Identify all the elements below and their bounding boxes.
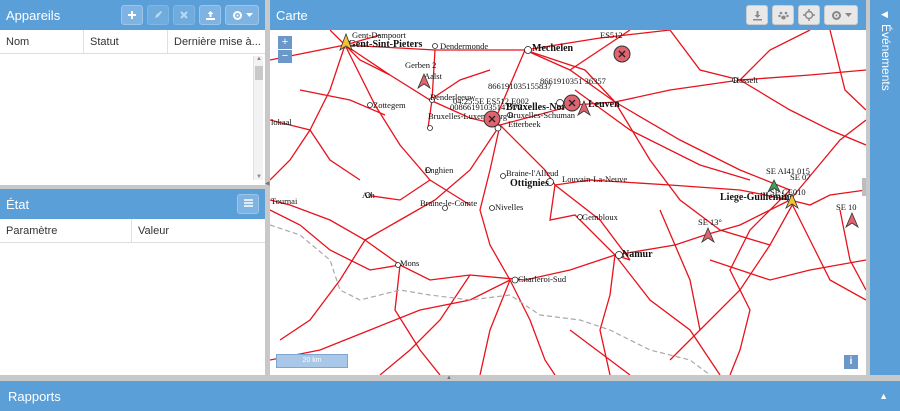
- crosshair-button[interactable]: [798, 5, 820, 25]
- paw-icon: [777, 11, 789, 19]
- state-panel-title: État: [6, 196, 30, 212]
- reports-panel[interactable]: Rapports ▲: [0, 381, 900, 411]
- city-label: Mechelen: [532, 43, 574, 54]
- city-label: Ath: [362, 190, 376, 200]
- gear-icon: [232, 10, 242, 20]
- city-label: Dendermonde: [440, 41, 488, 51]
- remove-device-button[interactable]: [173, 5, 195, 25]
- city-label: Charleroi-Sud: [518, 274, 567, 284]
- reports-panel-title: Rapports: [8, 388, 61, 404]
- device-marker-icon: [483, 110, 501, 128]
- city-label: Enghien: [425, 165, 454, 175]
- devices-scrollbar[interactable]: ▲ ▼: [253, 56, 263, 180]
- city-label: Nivelles: [495, 202, 523, 212]
- device-label: SE 07: [790, 172, 811, 182]
- pencil-icon: [155, 11, 162, 18]
- city-label: Braine-l'Alleud: [506, 168, 559, 178]
- upload-button[interactable]: [199, 5, 221, 25]
- horizontal-splitter-left[interactable]: [0, 185, 265, 189]
- upload-icon: [205, 10, 215, 20]
- caret-down-icon: [844, 12, 852, 17]
- devices-panel-header: Appareils: [0, 0, 265, 30]
- device-label: SE 13°: [698, 217, 722, 227]
- city-label: Gembloux: [582, 212, 619, 222]
- plus-icon: [128, 11, 136, 19]
- list-icon: [243, 199, 253, 207]
- city-label: Leuven: [588, 99, 620, 110]
- map-settings-dropdown-button[interactable]: [824, 5, 858, 25]
- events-panel-title: Événements: [879, 24, 893, 91]
- settings-dropdown-button[interactable]: [225, 5, 259, 25]
- border-line: [270, 224, 711, 375]
- crosshair-icon: [803, 9, 815, 21]
- gear-icon: [831, 10, 841, 20]
- edit-device-button[interactable]: [147, 5, 169, 25]
- add-device-button[interactable]: [121, 5, 143, 25]
- paw-button[interactable]: [772, 5, 794, 25]
- map-canvas[interactable]: Gent-Dampoort Gent-Sint-Pieters Dendermo…: [270, 30, 866, 375]
- device-marker-icon: [563, 94, 581, 112]
- column-name[interactable]: Nom: [0, 30, 84, 53]
- city-label: lokaal: [271, 117, 292, 127]
- column-last-update[interactable]: Dernière mise à...: [168, 30, 265, 53]
- city-label: Gerben 2: [405, 60, 436, 70]
- map-info-button[interactable]: i: [844, 355, 858, 369]
- device-label: SE 10: [836, 202, 857, 212]
- devices-grid-header: Nom Statut Dernière mise à...: [0, 30, 265, 54]
- zoom-in-button[interactable]: +: [278, 36, 292, 49]
- devices-panel-title: Appareils: [6, 7, 61, 23]
- events-panel[interactable]: ◀ Événements: [870, 0, 900, 375]
- device-label: ES512: [600, 30, 623, 40]
- city-label: Louvain-La-Neuve: [562, 174, 627, 184]
- city-label: Etterbeek: [508, 119, 541, 129]
- state-panel: État Paramètre Valeur: [0, 189, 265, 375]
- scale-bar: 20 km: [276, 354, 348, 368]
- scale-label: 20 km: [302, 357, 322, 364]
- city-label: Braine-le-Comte: [420, 198, 477, 208]
- expand-left-icon[interactable]: ◀: [881, 9, 888, 20]
- x-icon: [180, 11, 188, 19]
- state-grid-header: Paramètre Valeur: [0, 219, 265, 243]
- city-label: Namur: [622, 249, 653, 260]
- column-value[interactable]: Valeur: [132, 219, 265, 242]
- caret-down-icon: [245, 12, 253, 17]
- state-panel-header: État: [0, 189, 265, 219]
- arrow-marker-icon: [845, 211, 859, 229]
- city-label: Hasselt: [733, 75, 759, 85]
- map-panel-header: Carte: [270, 0, 866, 30]
- device-label: 8661910351 36357: [540, 76, 606, 86]
- map-panel: Carte Gent-Dampoort Gent-Sint-Pieters De…: [270, 0, 866, 375]
- city-label: Mons: [400, 258, 419, 268]
- expand-up-icon[interactable]: ▲: [879, 391, 888, 401]
- zoom-controls: + −: [278, 36, 292, 63]
- device-label: 00866191035147777: [450, 102, 522, 112]
- list-view-button[interactable]: [237, 194, 259, 214]
- download-icon: [752, 10, 762, 20]
- download-button[interactable]: [746, 5, 768, 25]
- zoom-out-button[interactable]: −: [278, 50, 292, 63]
- devices-panel: Appareils Nom Statut Dernière mise à... …: [0, 0, 265, 185]
- city-label: Zottegem: [373, 100, 406, 110]
- city-label: Tournai: [271, 196, 298, 206]
- column-status[interactable]: Statut: [84, 30, 168, 53]
- map-panel-title: Carte: [276, 7, 308, 23]
- city-label: Ottignies: [510, 178, 549, 189]
- right-splitter[interactable]: [866, 0, 870, 375]
- device-marker-icon: [613, 45, 631, 63]
- column-parameter[interactable]: Paramètre: [0, 219, 132, 242]
- city-label: Gent-Sint-Pieters: [348, 39, 423, 50]
